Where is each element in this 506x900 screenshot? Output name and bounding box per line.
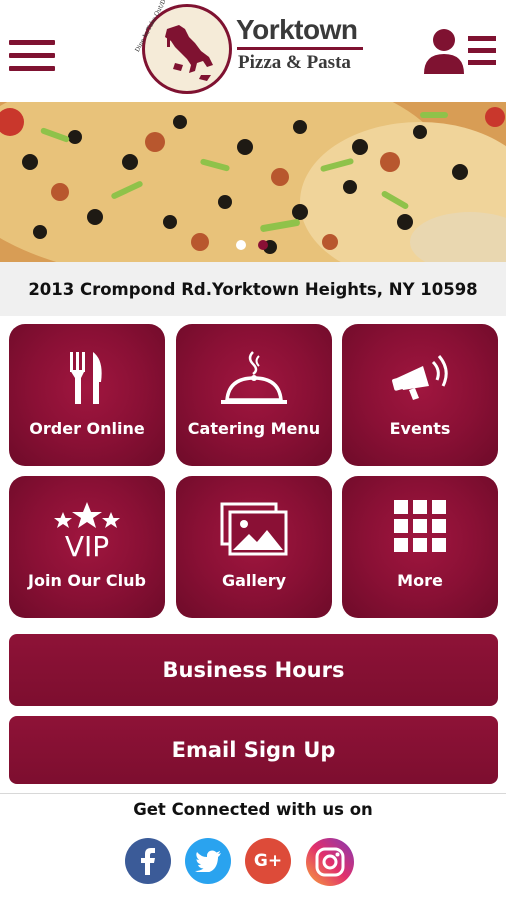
catering-menu-button[interactable]: Catering Menu — [176, 324, 332, 466]
address-text: 2013 Crompond Rd.Yorktown Heights, NY 10… — [28, 279, 478, 299]
vip-text: VIP — [65, 530, 109, 560]
logo-subtitle: Pizza & Pasta — [238, 52, 351, 73]
tile-label: Order Online — [29, 419, 145, 438]
carousel-dot[interactable] — [236, 240, 246, 250]
app-header: Dine In/Take Out/Delivery Yorktown Pizza… — [0, 0, 506, 102]
grid-icon — [342, 500, 498, 560]
events-button[interactable]: Events — [342, 324, 498, 466]
address-bar[interactable]: 2013 Crompond Rd.Yorktown Heights, NY 10… — [0, 262, 506, 316]
fork-knife-icon — [9, 348, 165, 408]
tile-label: More — [397, 571, 443, 590]
email-signup-label: Email Sign Up — [171, 738, 336, 762]
hero-pizza-image[interactable] — [0, 102, 506, 262]
tile-label: Join Our Club — [28, 571, 146, 590]
photo-gallery-icon — [176, 500, 332, 560]
carousel-dot-active[interactable] — [258, 240, 268, 250]
tile-label: Events — [389, 419, 451, 438]
footer-divider — [0, 793, 506, 794]
tile-label: Gallery — [221, 571, 287, 590]
gallery-button[interactable]: Gallery — [176, 476, 332, 618]
order-online-button[interactable]: Order Online — [9, 324, 165, 466]
business-hours-label: Business Hours — [162, 658, 345, 682]
google-plus-glyph: G+ — [253, 851, 283, 871]
more-button[interactable]: More — [342, 476, 498, 618]
business-hours-button[interactable]: Business Hours — [9, 634, 498, 706]
tile-label: Catering Menu — [187, 419, 321, 438]
pizza-illustration — [0, 102, 506, 262]
megaphone-icon — [342, 348, 498, 408]
google-plus-icon[interactable]: G+ — [245, 838, 291, 884]
user-menu-icon[interactable] — [422, 26, 498, 76]
logo-divider — [237, 47, 363, 50]
instagram-icon[interactable] — [306, 838, 354, 886]
facebook-icon[interactable] — [125, 838, 171, 884]
join-our-club-button[interactable]: VIP Join Our Club — [9, 476, 165, 618]
logo-title: Yorktown — [236, 14, 358, 45]
vip-stars-icon: VIP — [9, 500, 165, 560]
social-heading: Get Connected with us on — [133, 800, 373, 819]
hamburger-menu-icon[interactable] — [9, 40, 55, 72]
email-signup-button[interactable]: Email Sign Up — [9, 716, 498, 784]
food-cloche-icon — [176, 348, 332, 408]
twitter-icon[interactable] — [185, 838, 231, 884]
